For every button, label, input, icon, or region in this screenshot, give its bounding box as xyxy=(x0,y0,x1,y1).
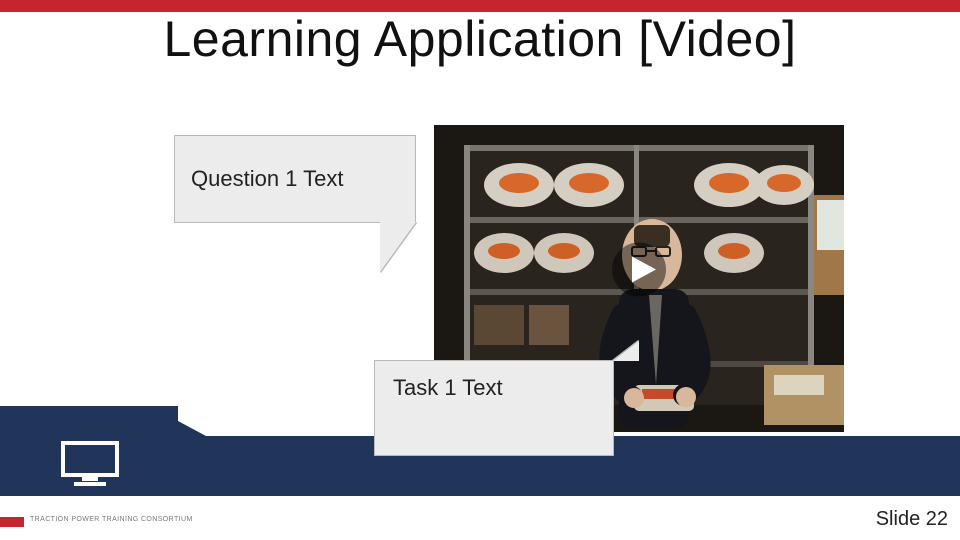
slide-number: Slide 22 xyxy=(876,508,948,531)
play-icon[interactable] xyxy=(610,241,668,304)
question-callout: Question 1 Text xyxy=(174,135,416,223)
task-text: Task 1 Text xyxy=(393,375,503,401)
page-title: Learning Application [Video] xyxy=(0,10,960,68)
task-callout: Task 1 Text xyxy=(374,360,614,456)
footer-bar-slant xyxy=(150,406,206,436)
monitor-icon xyxy=(60,440,120,493)
question-callout-tail xyxy=(380,222,416,272)
logo-swatch xyxy=(0,517,24,527)
question-text: Question 1 Text xyxy=(191,166,343,192)
consortium-label: TRACTION POWER TRAINING CONSORTIUM xyxy=(30,516,193,523)
task-callout-tail xyxy=(613,341,639,361)
